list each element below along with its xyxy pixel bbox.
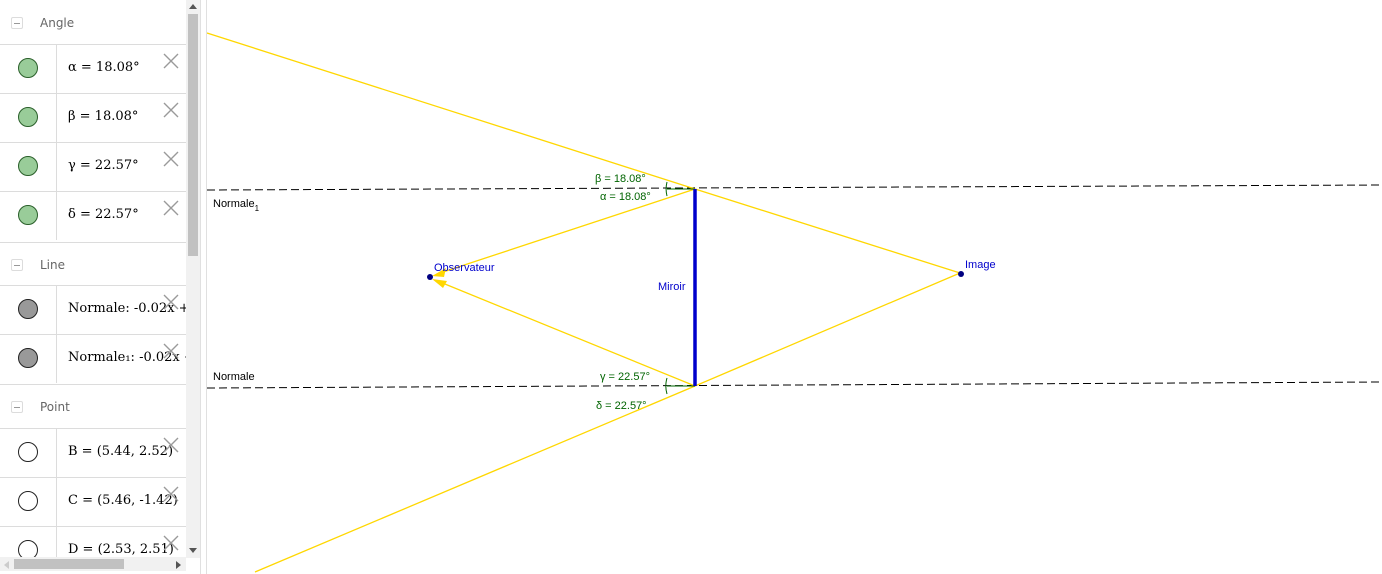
visibility-marble[interactable]	[18, 299, 38, 319]
algebra-item[interactable]: B = (5.44, 2.52)	[0, 428, 186, 477]
delete-icon[interactable]	[162, 101, 180, 119]
angle-arc-alpha-beta	[665, 181, 668, 197]
scroll-right-icon[interactable]	[174, 560, 182, 570]
observer-point[interactable]	[427, 274, 433, 280]
group-label-angle: Angle	[40, 16, 75, 30]
horizontal-scroll-thumb[interactable]	[14, 559, 124, 569]
algebra-item-text[interactable]: D = (2.53, 2.51)	[68, 542, 174, 557]
virtual-ray-lower[interactable]	[694, 272, 961, 387]
normale1-label: Normale1	[213, 198, 260, 213]
algebra-item[interactable]: C = (5.46, -1.42)	[0, 477, 186, 526]
algebra-item[interactable]: δ = 22.57°	[0, 191, 186, 240]
visibility-marble[interactable]	[18, 156, 38, 176]
algebra-item[interactable]: D = (2.53, 2.51)	[0, 526, 186, 558]
incident-ray-upper[interactable]	[206, 32, 696, 190]
normale1-line[interactable]	[206, 184, 1382, 191]
scroll-down-icon[interactable]	[188, 546, 198, 554]
algebra-item[interactable]: Normale: -0.02x + 3	[0, 285, 186, 334]
alpha-label: α = 18.08°	[600, 191, 651, 203]
visibility-marble[interactable]	[18, 442, 38, 462]
delete-icon[interactable]	[162, 342, 180, 360]
image-point[interactable]	[958, 271, 964, 277]
algebra-item[interactable]: β = 18.08°	[0, 93, 186, 142]
algebra-item-text[interactable]: γ = 22.57°	[68, 158, 139, 173]
view-splitter[interactable]	[200, 0, 207, 574]
normale-label: Normale	[213, 371, 255, 383]
delete-icon[interactable]	[162, 52, 180, 70]
group-header-point: Point	[0, 384, 186, 429]
group-label-point: Point	[40, 400, 70, 414]
visibility-marble[interactable]	[18, 348, 38, 368]
visibility-marble[interactable]	[18, 491, 38, 511]
delete-icon[interactable]	[162, 436, 180, 454]
delete-icon[interactable]	[162, 293, 180, 311]
image-label: Image	[965, 259, 996, 271]
group-header-angle: Angle	[0, 1, 186, 45]
delete-icon[interactable]	[162, 485, 180, 503]
algebra-item-text[interactable]: α = 18.08°	[68, 60, 140, 75]
observer-label: Observateur	[434, 262, 495, 274]
algebra-item[interactable]: α = 18.08°	[0, 44, 186, 93]
algebra-item[interactable]: γ = 22.57°	[0, 142, 186, 191]
algebra-item-text[interactable]: β = 18.08°	[68, 109, 138, 124]
visibility-marble[interactable]	[18, 107, 38, 127]
delete-icon[interactable]	[162, 199, 180, 217]
normale-line[interactable]	[206, 381, 1382, 389]
visibility-marble[interactable]	[18, 58, 38, 78]
arrowhead-lower	[432, 279, 447, 288]
algebra-item-text[interactable]: B = (5.44, 2.52)	[68, 444, 173, 459]
incident-ray-lower[interactable]	[254, 385, 696, 573]
delete-icon[interactable]	[162, 534, 180, 552]
delete-icon[interactable]	[162, 150, 180, 168]
algebra-view: Angle α = 18.08° β = 18.08° γ = 22.57° δ…	[0, 0, 186, 558]
gamma-label: γ = 22.57°	[600, 371, 650, 383]
beta-label: β = 18.08°	[595, 173, 646, 185]
visibility-marble[interactable]	[18, 205, 38, 225]
visibility-marble[interactable]	[18, 540, 38, 558]
group-header-line: Line	[0, 242, 186, 287]
group-label-line: Line	[40, 258, 66, 272]
graphics-view[interactable]: Normale1 Normale Observateur Image Miroi…	[0, 0, 1382, 574]
virtual-ray-upper[interactable]	[694, 188, 961, 274]
delta-label: δ = 22.57°	[596, 400, 647, 412]
collapse-line-button[interactable]	[11, 259, 23, 271]
collapse-angle-button[interactable]	[11, 17, 23, 29]
scroll-left-icon[interactable]	[3, 560, 11, 570]
algebra-item[interactable]: Normale₁: -0.02x +	[0, 334, 186, 383]
mirror-label: Miroir	[658, 281, 686, 293]
vertical-scroll-thumb[interactable]	[188, 14, 198, 256]
algebra-item-text[interactable]: δ = 22.57°	[68, 207, 139, 222]
scroll-up-icon[interactable]	[188, 3, 198, 11]
collapse-point-button[interactable]	[11, 401, 23, 413]
reflected-ray-upper[interactable]	[439, 188, 696, 274]
reflected-ray-lower[interactable]	[439, 281, 696, 387]
